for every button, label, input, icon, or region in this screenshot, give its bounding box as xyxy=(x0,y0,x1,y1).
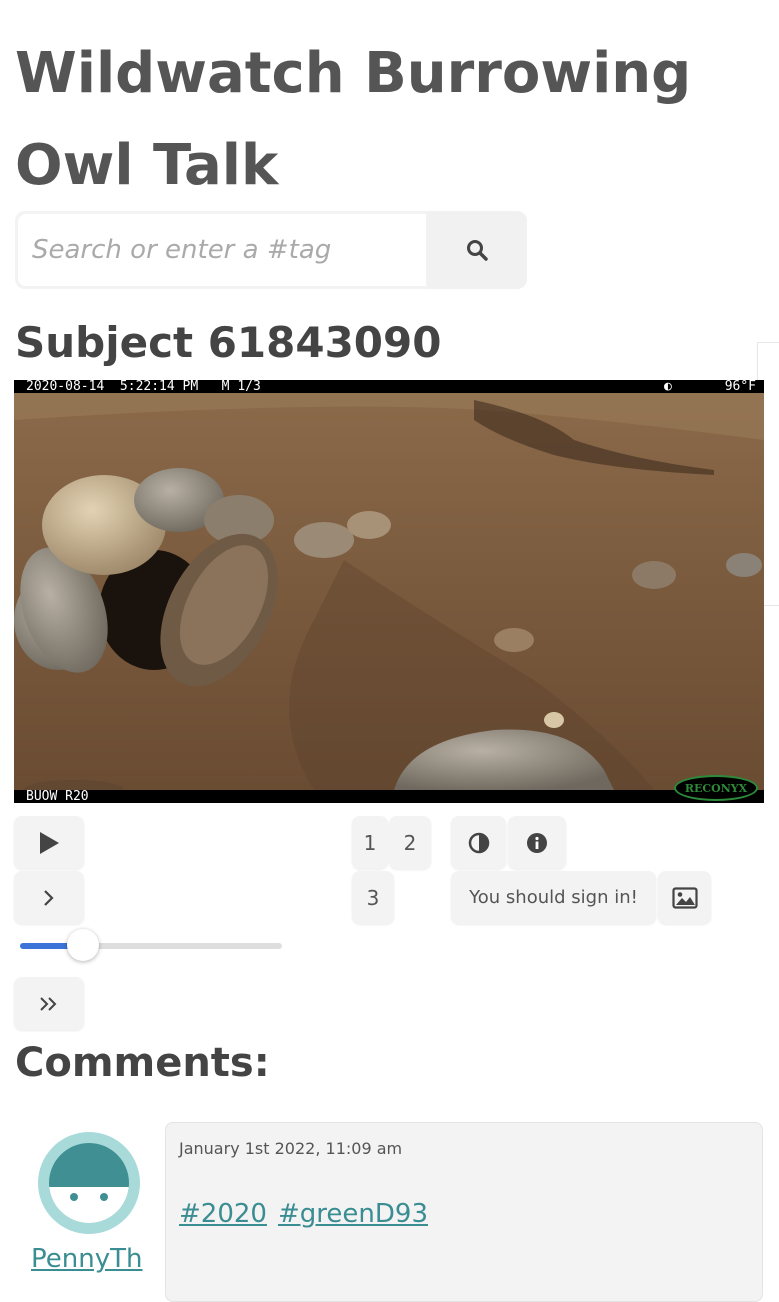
camera-stamp-top: 2020-08-14 5:22:14 PM M 1/3 ◐ 96°F xyxy=(14,380,764,393)
subject-image[interactable]: 2020-08-14 5:22:14 PM M 1/3 ◐ 96°F BUOW … xyxy=(14,380,764,803)
avatar-face xyxy=(49,1143,129,1223)
search-button[interactable] xyxy=(427,211,527,289)
comment-author[interactable]: PennyTh xyxy=(31,1244,142,1274)
frame-button-2[interactable]: 2 xyxy=(389,816,431,869)
avatar[interactable] xyxy=(38,1132,140,1234)
image-icon xyxy=(671,886,698,909)
collect-image-button[interactable] xyxy=(658,871,711,924)
play-button[interactable] xyxy=(14,816,84,869)
comment-item: January 1st 2022, 11:09 am #2020 #greenD… xyxy=(165,1122,763,1302)
sign-in-label: You should sign in! xyxy=(469,887,638,908)
frame-label: 2 xyxy=(403,830,417,855)
page-title: Wildwatch Burrowing Owl Talk xyxy=(15,41,692,198)
search-icon xyxy=(467,240,488,261)
brand-text: RECONYX xyxy=(684,781,748,795)
camera-id: BUOW R20 xyxy=(26,789,89,803)
comment-timestamp: January 1st 2022, 11:09 am xyxy=(179,1139,403,1158)
last-frame-button[interactable] xyxy=(14,977,84,1030)
camera-stamp-bottom: BUOW R20 xyxy=(14,790,764,803)
info-icon xyxy=(527,832,547,853)
sign-in-prompt[interactable]: You should sign in! xyxy=(451,871,656,924)
frame-button-1[interactable]: 1 xyxy=(352,816,388,869)
frame-label: 3 xyxy=(366,885,380,910)
next-frame-button[interactable] xyxy=(14,871,84,924)
brand-logo: RECONYX xyxy=(674,775,758,801)
frame-label: 1 xyxy=(363,830,377,855)
camera-timestamp: 2020-08-14 5:22:14 PM M 1/3 xyxy=(26,380,261,394)
double-chevron-right-icon xyxy=(40,996,57,1011)
moon-phase-icon: ◐ xyxy=(664,380,672,394)
comments-heading: Comments: xyxy=(15,1040,270,1086)
chevron-right-icon xyxy=(44,889,54,906)
frame-button-3[interactable]: 3 xyxy=(352,871,394,924)
contrast-icon xyxy=(468,832,489,853)
frame-slider[interactable] xyxy=(20,929,282,961)
comment-tag-link[interactable]: #greenD93 xyxy=(278,1199,428,1229)
search-input[interactable] xyxy=(18,214,426,286)
comment-tag-link[interactable]: #2020 xyxy=(179,1199,267,1229)
subject-title: Subject 61843090 xyxy=(15,318,442,367)
camera-temperature: 96°F xyxy=(724,380,756,394)
camera-trap-photo xyxy=(14,393,764,800)
invert-button[interactable] xyxy=(451,816,506,869)
metadata-button[interactable] xyxy=(508,816,566,869)
search-bar xyxy=(15,211,527,289)
play-icon xyxy=(40,831,59,854)
slider-thumb[interactable] xyxy=(66,929,99,961)
